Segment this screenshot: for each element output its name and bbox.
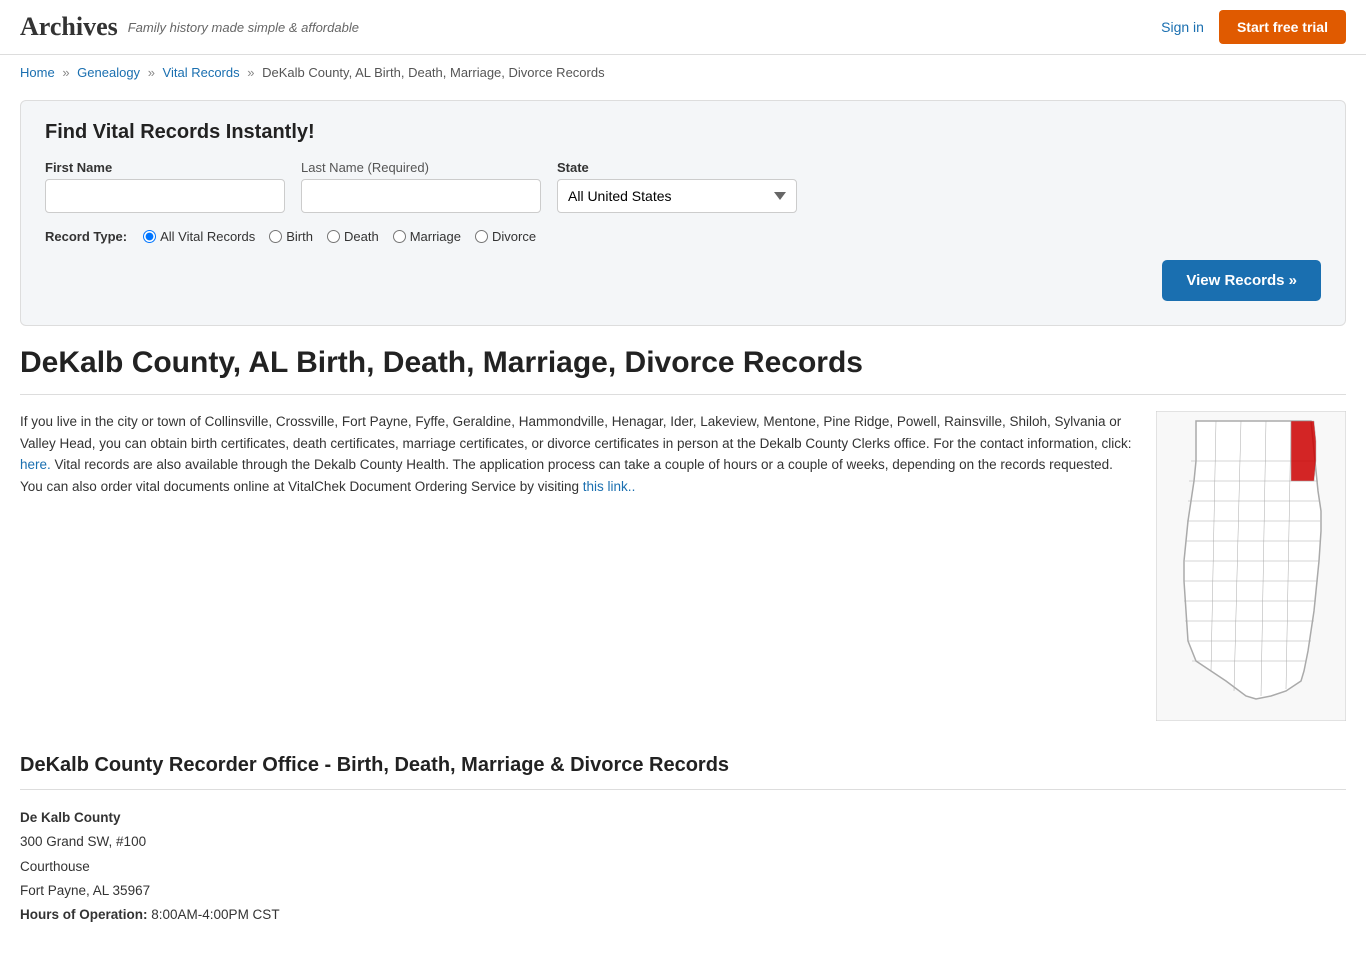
- sign-in-link[interactable]: Sign in: [1161, 19, 1204, 35]
- last-name-group: Last Name (Required): [301, 160, 541, 213]
- first-name-input[interactable]: [45, 179, 285, 213]
- record-type-death-radio[interactable]: [327, 230, 340, 243]
- search-title: Find Vital Records Instantly!: [45, 121, 1321, 144]
- record-type-divorce[interactable]: Divorce: [475, 229, 536, 244]
- site-tagline: Family history made simple & affordable: [128, 20, 359, 35]
- record-type-divorce-radio[interactable]: [475, 230, 488, 243]
- state-select[interactable]: All United States Alabama Alaska Arizona…: [557, 179, 797, 213]
- content-area: If you live in the city or town of Colli…: [20, 411, 1346, 724]
- breadcrumb-current: DeKalb County, AL Birth, Death, Marriage…: [262, 65, 604, 80]
- state-label: State: [557, 160, 797, 175]
- breadcrumb-genealogy[interactable]: Genealogy: [77, 65, 140, 80]
- address-line1: 300 Grand SW, #100: [20, 830, 1346, 854]
- header-left: Archives Family history made simple & af…: [20, 12, 359, 42]
- breadcrumb-sep-2: »: [148, 65, 155, 80]
- description-paragraph: If you live in the city or town of Colli…: [20, 411, 1136, 497]
- main-content: DeKalb County, AL Birth, Death, Marriage…: [0, 346, 1366, 957]
- recorder-section: DeKalb County Recorder Office - Birth, D…: [20, 754, 1346, 927]
- site-header: Archives Family history made simple & af…: [0, 0, 1366, 55]
- record-type-label: Record Type:: [45, 229, 127, 244]
- office-name: De Kalb County: [20, 806, 1346, 830]
- record-type-all-radio[interactable]: [143, 230, 156, 243]
- search-container: Find Vital Records Instantly! First Name…: [20, 100, 1346, 326]
- record-type-all[interactable]: All Vital Records: [143, 229, 255, 244]
- last-name-input[interactable]: [301, 179, 541, 213]
- hours-value: 8:00AM-4:00PM CST: [151, 907, 279, 922]
- search-fields: First Name Last Name (Required) State Al…: [45, 160, 1321, 213]
- breadcrumb: Home » Genealogy » Vital Records » DeKal…: [0, 55, 1366, 90]
- office-info: De Kalb County 300 Grand SW, #100 Courth…: [20, 806, 1346, 927]
- record-type-birth-radio[interactable]: [269, 230, 282, 243]
- site-logo: Archives: [20, 12, 118, 42]
- content-text: If you live in the city or town of Colli…: [20, 411, 1136, 724]
- state-group: State All United States Alabama Alaska A…: [557, 160, 797, 213]
- recorder-heading: DeKalb County Recorder Office - Birth, D…: [20, 754, 1346, 790]
- breadcrumb-home[interactable]: Home: [20, 65, 55, 80]
- first-name-label: First Name: [45, 160, 285, 175]
- view-records-button[interactable]: View Records »: [1162, 260, 1321, 301]
- record-type-marriage-radio[interactable]: [393, 230, 406, 243]
- record-type-marriage[interactable]: Marriage: [393, 229, 461, 244]
- breadcrumb-vital-records[interactable]: Vital Records: [163, 65, 240, 80]
- search-btn-row: View Records »: [45, 260, 1321, 301]
- alabama-map: [1156, 411, 1346, 721]
- address-line2: Courthouse: [20, 855, 1346, 879]
- page-heading: DeKalb County, AL Birth, Death, Marriage…: [20, 346, 1346, 395]
- record-type-row: Record Type: All Vital Records Birth Dea…: [45, 229, 1321, 244]
- breadcrumb-sep-1: »: [62, 65, 69, 80]
- first-name-group: First Name: [45, 160, 285, 213]
- header-right: Sign in Start free trial: [1161, 10, 1346, 44]
- record-type-death[interactable]: Death: [327, 229, 379, 244]
- record-type-options: All Vital Records Birth Death Marriage D…: [143, 229, 536, 244]
- this-link[interactable]: this link..: [583, 479, 636, 494]
- address-line3: Fort Payne, AL 35967: [20, 879, 1346, 903]
- here-link[interactable]: here.: [20, 457, 51, 472]
- breadcrumb-sep-3: »: [247, 65, 254, 80]
- start-trial-button[interactable]: Start free trial: [1219, 10, 1346, 44]
- hours-row: Hours of Operation: 8:00AM-4:00PM CST: [20, 903, 1346, 927]
- hours-label: Hours of Operation:: [20, 907, 148, 922]
- record-type-birth[interactable]: Birth: [269, 229, 313, 244]
- last-name-label: Last Name (Required): [301, 160, 541, 175]
- map-area: [1156, 411, 1346, 724]
